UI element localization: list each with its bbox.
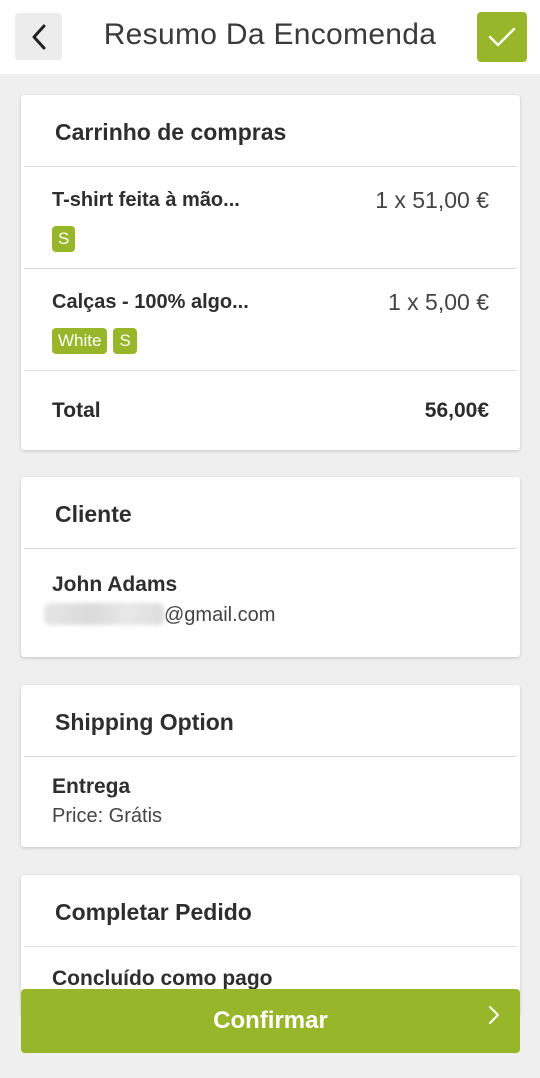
item-variants: White S [52,328,137,354]
item-variants: S [52,226,76,252]
shipping-price: Price: Grátis [52,805,163,827]
cart-card: Carrinho de compras T-shirt feita à mão.… [21,95,520,450]
total-row: Total 56,00€ [24,371,517,449]
top-bar: Resumo Da Encomenda [0,0,540,74]
order-status: Concluído como pago [52,967,273,990]
confirm-check-button[interactable] [477,12,527,62]
cart-title: Carrinho de compras [24,95,517,167]
item-price: 1 x 5,00 € [387,289,489,315]
shipping-card: Shipping Option Entrega Price: Grátis [21,685,520,847]
chevron-right-icon [489,1006,499,1024]
shipping-title: Shipping Option [24,685,517,757]
customer-title: Cliente [24,477,517,549]
total-value: 56,00€ [424,399,489,422]
item-name: Calças - 100% algo... [52,291,249,313]
checkmark-icon [488,27,516,47]
variant-badge: White [52,328,108,354]
variant-badge: S [52,226,76,252]
confirm-button[interactable]: Confirmar [21,989,520,1053]
redacted-email [44,603,164,625]
item-name: T-shirt feita à mão... [52,189,240,211]
cart-item[interactable]: Calças - 100% algo... 1 x 5,00 € White S [24,269,517,371]
item-price: 1 x 51,00 € [375,187,489,213]
confirm-label: Confirmar [213,1007,328,1034]
customer-card: Cliente John Adams @gmail.com [21,477,520,657]
complete-order-title: Completar Pedido [24,875,517,947]
page-title: Resumo Da Encomenda [103,18,437,51]
customer-name: John Adams [52,573,178,596]
customer-email: @gmail.com [44,603,489,627]
cart-item[interactable]: T-shirt feita à mão... 1 x 51,00 € S [24,167,517,269]
variant-badge: S [113,328,137,354]
shipping-method: Entrega [52,775,131,798]
total-label: Total [52,399,101,422]
